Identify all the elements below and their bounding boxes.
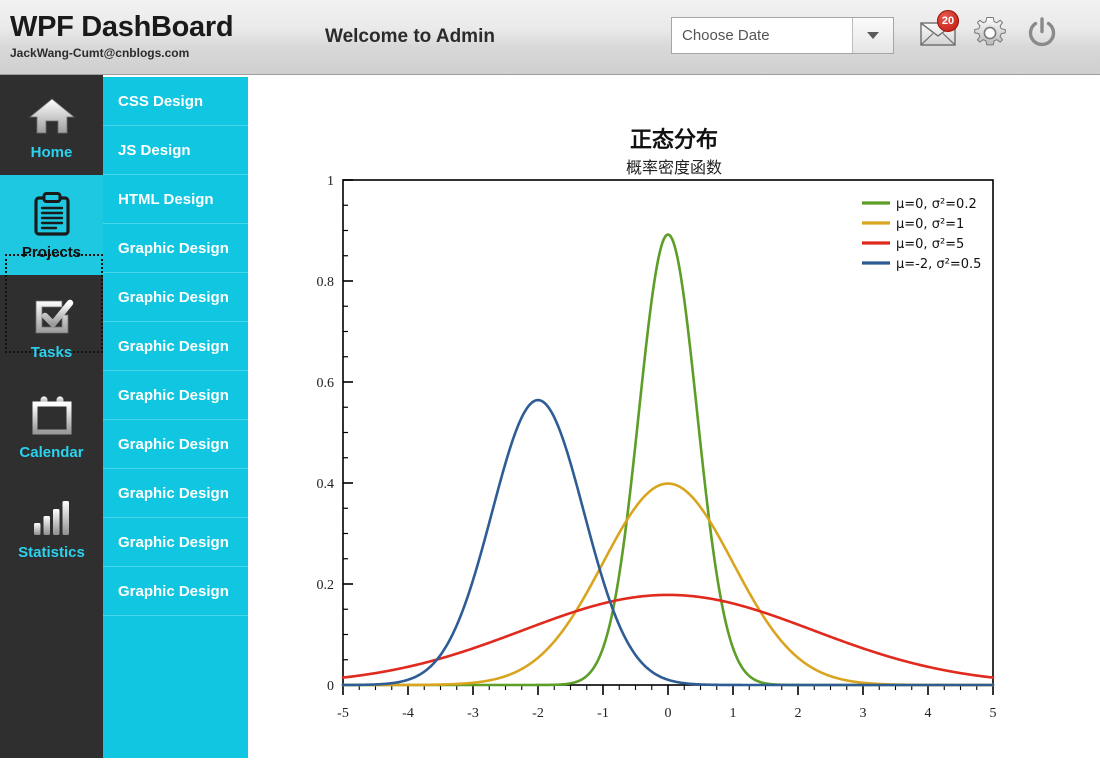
svg-text:μ=-2, σ²=0.5: μ=-2, σ²=0.5 bbox=[896, 257, 981, 272]
welcome-text: Welcome to Admin bbox=[325, 26, 495, 47]
svg-text:0.4: 0.4 bbox=[317, 477, 335, 492]
checkbox-icon bbox=[30, 289, 74, 337]
app-header: WPF DashBoard JackWang-Cumt@cnblogs.com … bbox=[0, 0, 1100, 75]
list-item[interactable]: CSS Design bbox=[103, 77, 248, 126]
mail-badge: 20 bbox=[937, 10, 959, 32]
svg-text:μ=0, σ²=0.2: μ=0, σ²=0.2 bbox=[896, 197, 977, 212]
mail-button[interactable]: 20 bbox=[918, 10, 959, 54]
chevron-down-icon bbox=[867, 32, 879, 39]
list-item[interactable]: JS Design bbox=[103, 126, 248, 175]
list-item[interactable]: Graphic Design bbox=[103, 420, 248, 469]
clipboard-icon bbox=[31, 189, 73, 237]
date-picker[interactable]: Choose Date bbox=[671, 17, 894, 54]
project-list-panel: CSS Design JS Design HTML Design Graphic… bbox=[103, 77, 248, 758]
list-item[interactable]: HTML Design bbox=[103, 175, 248, 224]
svg-text:-5: -5 bbox=[337, 706, 349, 721]
app-title: WPF DashBoard bbox=[10, 11, 234, 43]
sidebar-item-label: Tasks bbox=[30, 344, 73, 361]
svg-text:1: 1 bbox=[730, 706, 737, 721]
author-email: JackWang-Cumt@cnblogs.com bbox=[10, 46, 190, 60]
svg-text:5: 5 bbox=[990, 706, 997, 721]
sidebar-item-calendar[interactable]: Calendar bbox=[0, 375, 103, 475]
svg-text:μ=0, σ²=1: μ=0, σ²=1 bbox=[896, 217, 964, 232]
list-item[interactable]: Graphic Design bbox=[103, 273, 248, 322]
svg-text:0.6: 0.6 bbox=[317, 376, 335, 391]
chart-container: 正态分布 概率密度函数 0 0.2 0.4 0.6 0.8 1 -5 -4 -3 -2 -1 0 1 2 3… bbox=[248, 77, 1100, 758]
list-item[interactable]: Graphic Design bbox=[103, 322, 248, 371]
gear-icon bbox=[974, 17, 1006, 46]
list-item[interactable]: Graphic Design bbox=[103, 224, 248, 273]
list-item[interactable]: Graphic Design bbox=[103, 371, 248, 420]
brand-block: WPF DashBoard JackWang-Cumt@cnblogs.com bbox=[10, 11, 234, 61]
normal-distribution-plot: 0 0.2 0.4 0.6 0.8 1 -5 -4 -3 -2 -1 0 1 2 3 4 5 μ=0, σ²=0.… bbox=[317, 174, 997, 721]
sidebar-item-label: Home bbox=[30, 144, 73, 161]
svg-text:0.8: 0.8 bbox=[317, 275, 335, 290]
sidebar-item-label: Calendar bbox=[19, 444, 84, 461]
sidebar-item-statistics[interactable]: Statistics bbox=[0, 475, 103, 575]
svg-text:0: 0 bbox=[665, 706, 672, 721]
calendar-icon bbox=[30, 389, 74, 437]
sidebar-item-tasks[interactable]: Tasks bbox=[0, 275, 103, 375]
svg-text:0.2: 0.2 bbox=[317, 578, 335, 593]
dashboard-window: WPF DashBoard JackWang-Cumt@cnblogs.com … bbox=[0, 0, 1100, 763]
sidebar-item-home[interactable]: Home bbox=[0, 75, 103, 175]
svg-text:2: 2 bbox=[795, 706, 802, 721]
svg-text:-2: -2 bbox=[532, 706, 544, 721]
date-picker-input[interactable]: Choose Date bbox=[672, 18, 852, 53]
svg-text:-4: -4 bbox=[402, 706, 414, 721]
svg-text:μ=0, σ²=5: μ=0, σ²=5 bbox=[896, 237, 964, 252]
svg-text:-3: -3 bbox=[467, 706, 479, 721]
power-button[interactable] bbox=[1022, 12, 1062, 54]
svg-text:0: 0 bbox=[327, 679, 334, 694]
svg-text:4: 4 bbox=[925, 706, 932, 721]
bar-chart-icon bbox=[30, 489, 74, 537]
svg-text:-1: -1 bbox=[597, 706, 609, 721]
svg-text:1: 1 bbox=[327, 174, 334, 189]
svg-text:3: 3 bbox=[860, 706, 867, 721]
date-picker-dropdown-button[interactable] bbox=[852, 18, 893, 53]
sidebar-nav: Home Projects Tasks Calendar Statistics bbox=[0, 75, 103, 758]
list-item[interactable]: Graphic Design bbox=[103, 469, 248, 518]
list-item[interactable]: Graphic Design bbox=[103, 518, 248, 567]
header-icon-group: 20 bbox=[918, 10, 1062, 54]
home-icon bbox=[28, 89, 76, 137]
power-icon bbox=[1028, 17, 1056, 47]
settings-button[interactable] bbox=[970, 12, 1010, 54]
sidebar-item-label: Statistics bbox=[18, 544, 85, 561]
list-item[interactable]: Graphic Design bbox=[103, 567, 248, 616]
